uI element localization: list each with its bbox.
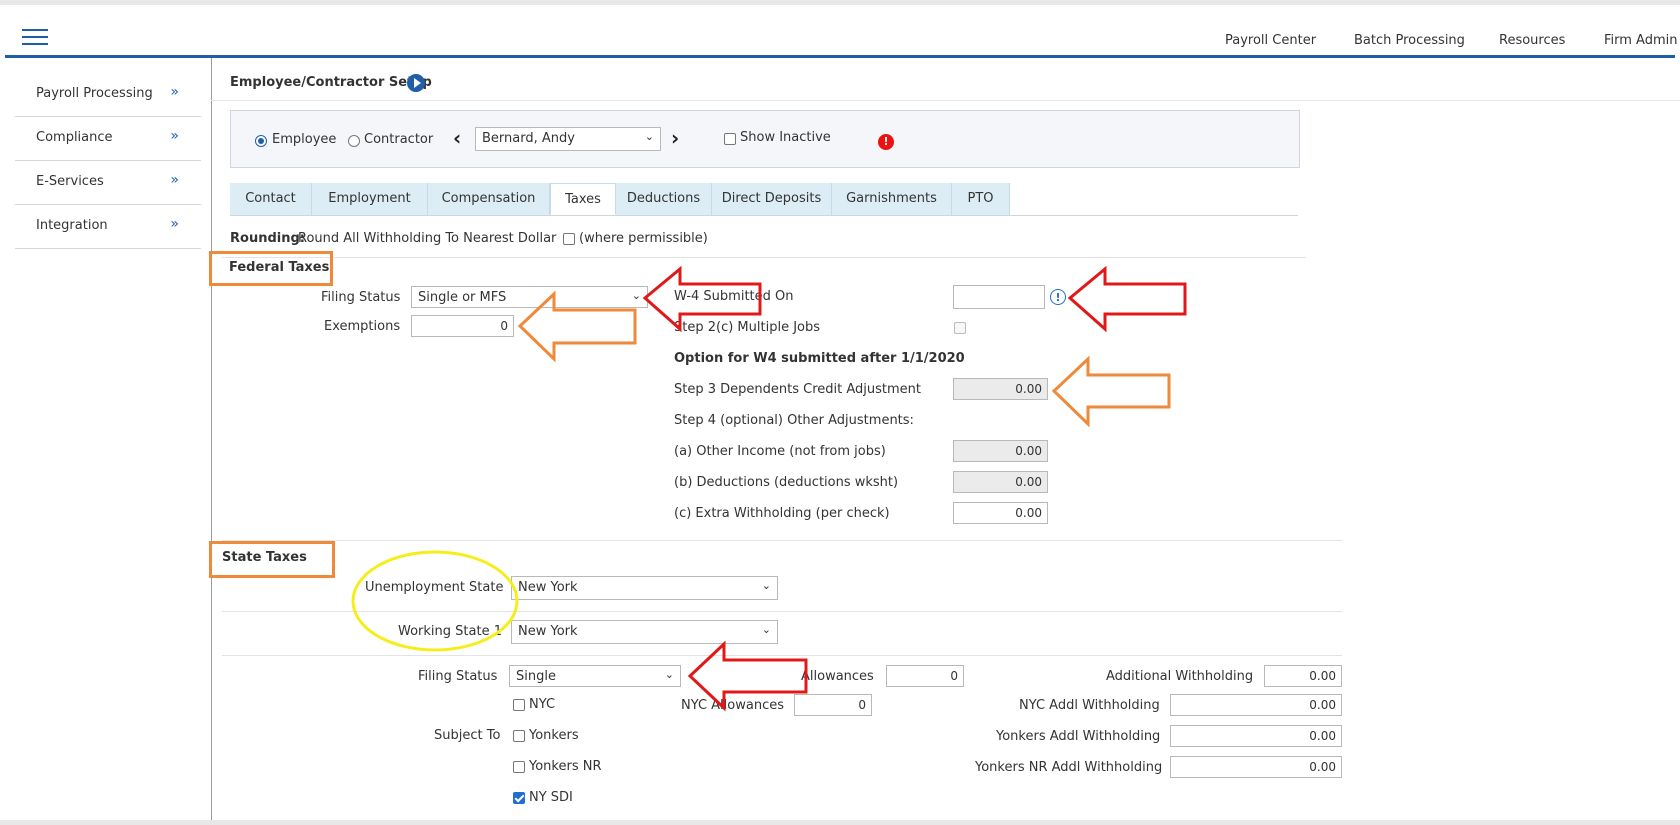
orange-arrow-step3-icon: [1051, 355, 1171, 428]
orange-arrow-exemptions-icon: [517, 290, 637, 363]
red-arrow-w4-icon: [1067, 265, 1187, 333]
red-arrow-state-filing-icon: [687, 640, 808, 712]
annotation-overlay: [351, 265, 1187, 712]
window-bottom-strip: [0, 820, 1680, 825]
yellow-highlight-ellipse: [351, 550, 519, 652]
red-arrow-filing-status-icon: [642, 265, 762, 333]
